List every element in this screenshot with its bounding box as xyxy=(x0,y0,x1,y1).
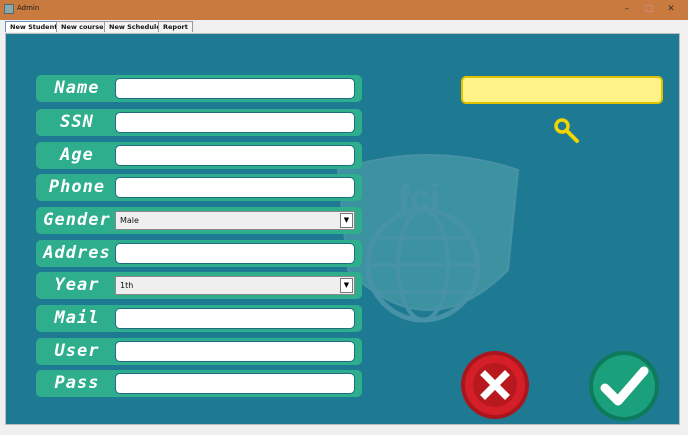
tab-new-student[interactable]: New Student xyxy=(5,21,63,32)
search-icon[interactable] xyxy=(553,117,581,145)
ssn-label: SSN xyxy=(60,112,94,132)
pass-field[interactable] xyxy=(115,373,355,394)
form-row-mail: Mail xyxy=(36,305,362,332)
user-field[interactable] xyxy=(115,341,355,362)
form-row-user: User xyxy=(36,338,362,365)
form-row-pass: Pass xyxy=(36,370,362,397)
window-title: Admin xyxy=(17,4,40,12)
window-titlebar: Admin – □ ✕ xyxy=(0,0,688,20)
name-field[interactable] xyxy=(115,78,355,99)
name-label: Name xyxy=(54,78,100,98)
maximize-button[interactable]: □ xyxy=(640,3,658,16)
form-row-age: Age xyxy=(36,142,362,169)
mail-label: Mail xyxy=(54,308,100,328)
phone-field[interactable] xyxy=(115,177,355,198)
form-row-address: Addres xyxy=(36,240,362,267)
form-row-ssn: SSN xyxy=(36,109,362,136)
year-selected-value: 1th xyxy=(120,281,134,290)
gender-label: Gender xyxy=(43,210,111,230)
close-button[interactable]: ✕ xyxy=(662,3,680,16)
gender-selected-value: Male xyxy=(120,216,139,225)
mail-field[interactable] xyxy=(115,308,355,329)
year-select[interactable]: 1th ▼ xyxy=(115,276,355,295)
app-icon xyxy=(4,4,14,14)
gender-select[interactable]: Male ▼ xyxy=(115,211,355,230)
tab-new-course[interactable]: New course xyxy=(56,21,109,32)
phone-label: Phone xyxy=(48,177,106,197)
confirm-button[interactable] xyxy=(588,350,660,422)
age-field[interactable] xyxy=(115,145,355,166)
address-field[interactable] xyxy=(115,243,355,264)
tab-new-schedule[interactable]: New Schedule xyxy=(104,21,166,32)
tab-report[interactable]: Report xyxy=(158,21,193,32)
form-row-gender: Gender Male ▼ xyxy=(36,207,362,234)
ssn-field[interactable] xyxy=(115,112,355,133)
form-row-year: Year 1th ▼ xyxy=(36,272,362,299)
pass-label: Pass xyxy=(54,373,100,393)
form-row-phone: Phone xyxy=(36,174,362,201)
form-row-name: Name xyxy=(36,75,362,102)
chevron-down-icon[interactable]: ▼ xyxy=(340,278,353,293)
user-label: User xyxy=(54,341,100,361)
age-label: Age xyxy=(60,145,94,165)
address-label: Addres xyxy=(43,243,111,263)
year-label: Year xyxy=(54,275,100,295)
cancel-button[interactable] xyxy=(460,350,530,420)
search-input[interactable] xyxy=(461,76,663,104)
chevron-down-icon[interactable]: ▼ xyxy=(340,213,353,228)
minimize-button[interactable]: – xyxy=(618,3,636,16)
